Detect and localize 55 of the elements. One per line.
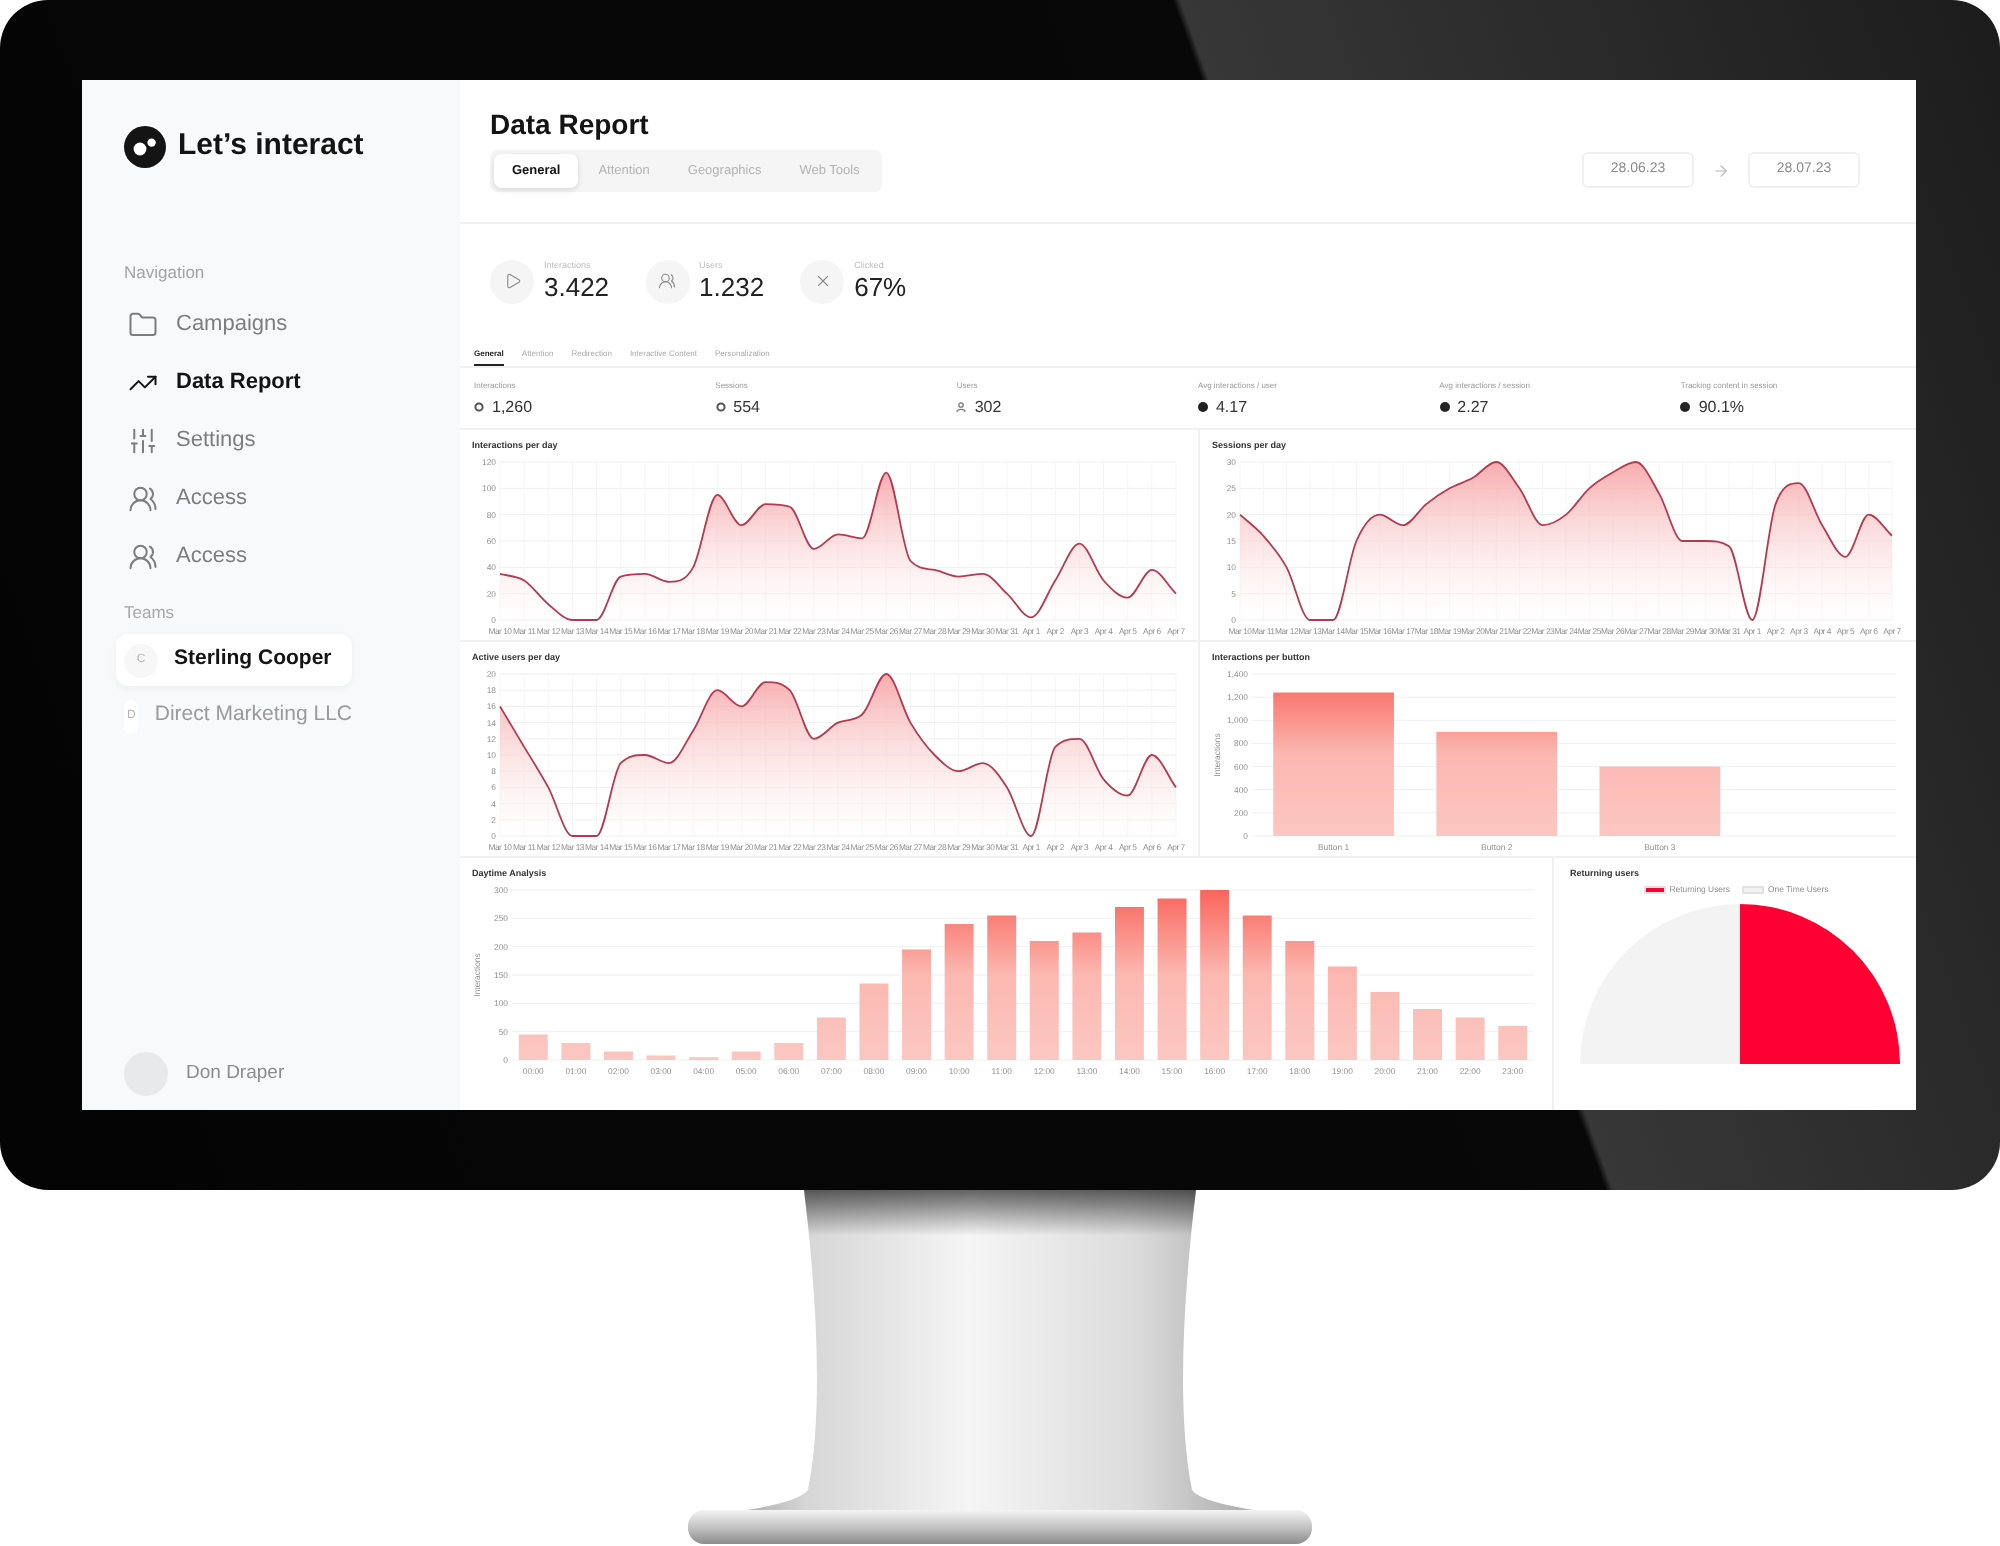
bar [604,1051,633,1060]
bar [1599,766,1721,836]
section-label: Navigation [124,260,207,284]
metric-value: 90.1% [1698,397,1745,417]
logo-text: Let’s interact [178,126,364,166]
users-icon [645,259,690,303]
bar [518,1034,548,1060]
bar [774,1043,804,1060]
bar [1029,941,1059,1060]
user-name: Don Draper [186,1059,285,1088]
stat-value: 3.422 [544,272,610,302]
bar [1273,692,1394,836]
bar [1455,1017,1485,1060]
ring-icon [474,402,484,412]
bar [1072,932,1102,1060]
metric-value: 4.17 [1215,397,1248,417]
nav-item[interactable]: Data Report [124,354,440,412]
bar [646,1055,676,1060]
ring-icon [715,402,726,412]
bar [902,949,931,1060]
metric-value: 302 [974,397,1002,417]
bar [816,1017,846,1060]
nav-item[interactable]: Campaigns [124,296,440,354]
nav-item[interactable]: Access [124,470,440,528]
logo-icon [124,125,166,167]
sliders-icon [128,426,158,456]
bar [1285,941,1315,1060]
page-title: Data Report [490,106,649,142]
metric-value: 554 [733,397,761,417]
stat-value: 67% [854,272,907,302]
dot-icon [1439,402,1450,412]
dot-icon [1197,402,1208,412]
bar [1436,731,1558,836]
nav-item[interactable]: Settings [124,412,440,470]
bar [1413,1009,1442,1060]
metric-value: 1,260 [492,397,533,417]
play-icon [490,259,534,303]
bar [561,1043,591,1060]
nav-item[interactable]: Access [124,528,440,586]
bar [731,1051,761,1060]
arrow-icon [1712,161,1730,179]
bar [859,983,889,1060]
bar [1327,966,1357,1060]
dot-icon [1680,402,1691,412]
stat-value: 1.232 [699,272,765,302]
bar [944,924,974,1060]
bar [1498,1026,1528,1060]
users-icon [128,542,158,572]
user-icon [956,402,967,412]
section-label: Teams [124,600,177,624]
metric-value: 2.27 [1457,397,1489,417]
users-icon [128,484,158,514]
folder-icon [128,310,158,340]
bar [1370,992,1400,1060]
close-icon [800,259,845,303]
